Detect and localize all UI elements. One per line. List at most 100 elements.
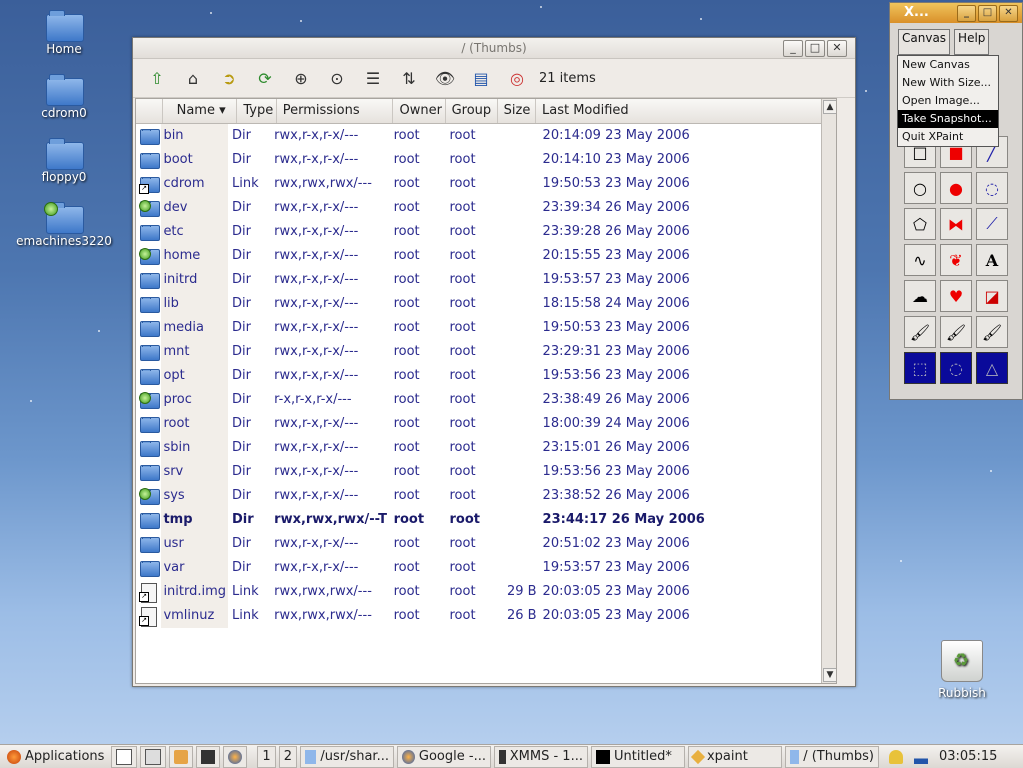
table-row[interactable]: srv Dir rwx,r-x,r-x/--- root root 19:53:56 23… xyxy=(136,460,836,484)
table-row[interactable]: ↗ initrd.img Link rwx,rwx,rwx/--- root root 29… xyxy=(136,580,836,604)
applications-menu[interactable]: Applications xyxy=(3,747,108,767)
user-icon xyxy=(888,749,903,764)
xpaint-maximize-button[interactable]: □ xyxy=(978,5,997,22)
task-xpaint[interactable]: xpaint xyxy=(687,745,782,768)
table-row[interactable]: sys Dir rwx,r-x,r-x/--- root root 23:38:52 26… xyxy=(136,484,836,508)
header-modified[interactable]: Last Modified xyxy=(536,99,836,123)
workspace-1[interactable]: 1 xyxy=(257,745,276,768)
desktop-icon-floppy0[interactable]: floppy0 xyxy=(14,138,114,184)
spray-color-tool-icon[interactable]: 🖌 xyxy=(940,316,972,348)
table-row[interactable]: usr Dir rwx,r-x,r-x/--- root root 20:51:02 23… xyxy=(136,532,836,556)
blob-tool-icon[interactable]: ☁ xyxy=(904,280,936,312)
circle-outline-tool-icon[interactable]: ○ xyxy=(904,172,936,204)
files-launcher[interactable] xyxy=(169,745,194,768)
header-group[interactable]: Group xyxy=(446,99,498,123)
window-titlebar[interactable]: / (Thumbs) _ □ ✕ xyxy=(133,38,855,59)
help-menu[interactable]: Help xyxy=(954,29,990,55)
task-thumbs[interactable]: / (Thumbs) xyxy=(784,745,879,768)
minimize-button[interactable]: _ xyxy=(783,40,803,57)
help-icon[interactable]: ◎ xyxy=(505,66,529,90)
rubbish-bin[interactable]: Rubbish xyxy=(930,640,994,700)
table-row[interactable]: ↗ vmlinuz Link rwx,rwx,rwx/--- root root 26 B 2… xyxy=(136,604,836,628)
table-row[interactable]: opt Dir rwx,r-x,r-x/--- root root 19:53:56 23… xyxy=(136,364,836,388)
sort-icon[interactable]: ⇅ xyxy=(397,66,421,90)
circle-filled-tool-icon[interactable]: ● xyxy=(940,172,972,204)
cell-size xyxy=(499,172,536,196)
window-list-button[interactable] xyxy=(140,745,167,768)
clock[interactable]: 03:05:15 xyxy=(935,747,1001,767)
menu-item-quit[interactable]: Quit XPaint xyxy=(898,128,998,146)
table-row[interactable]: bin Dir rwx,r-x,r-x/--- root root 20:14:09 23… xyxy=(136,124,836,148)
polygon-tool-icon[interactable]: ⬠ xyxy=(904,208,936,240)
menu-item-open-image[interactable]: Open Image... xyxy=(898,92,998,110)
freehand-tool-icon[interactable]: ∿ xyxy=(904,244,936,276)
menu-item-take-snapshot[interactable]: Take Snapshot... xyxy=(898,110,998,128)
header-type[interactable]: Type xyxy=(237,99,277,123)
menu-item-new-with-size[interactable]: New With Size... xyxy=(898,74,998,92)
refresh-icon[interactable]: ⟳ xyxy=(253,66,277,90)
polyline-tool-icon[interactable]: ⟋ xyxy=(976,208,1008,240)
table-row[interactable]: mnt Dir rwx,r-x,r-x/--- root root 23:29:31 23… xyxy=(136,340,836,364)
table-row[interactable]: tmp Dir rwx,rwx,rwx/--T root root 23:44:17 26… xyxy=(136,508,836,532)
cell-owner: root xyxy=(393,296,420,311)
arc-tool-icon[interactable]: ◌ xyxy=(976,172,1008,204)
select-icon[interactable]: ▤ xyxy=(469,66,493,90)
up-icon[interactable]: ⇧ xyxy=(145,66,169,90)
task-usr-share[interactable]: /usr/shar... xyxy=(299,745,394,768)
spray-tool-icon[interactable]: 🖌 xyxy=(904,316,936,348)
xpaint-titlebar[interactable]: X... _ □ ✕ xyxy=(890,3,1022,23)
table-row[interactable]: var Dir rwx,r-x,r-x/--- root root 19:53:57 23… xyxy=(136,556,836,580)
vertical-scrollbar[interactable]: ▲ ▼ xyxy=(821,99,836,683)
task-untitled[interactable]: Untitled* xyxy=(590,745,685,768)
header-size[interactable]: Size xyxy=(498,99,536,123)
desktop-icon-home[interactable]: Home xyxy=(14,10,114,56)
table-row[interactable]: sbin Dir rwx,r-x,r-x/--- root root 23:15:01 2… xyxy=(136,436,836,460)
table-row[interactable]: dev Dir rwx,r-x,r-x/--- root root 23:39:34 26… xyxy=(136,196,836,220)
text-tool-icon[interactable]: A xyxy=(976,244,1008,276)
table-row[interactable]: boot Dir rwx,r-x,r-x/--- root root 20:14:10 2… xyxy=(136,148,836,172)
xpaint-minimize-button[interactable]: _ xyxy=(957,5,976,22)
select-ellipse-tool-icon[interactable]: ◌ xyxy=(940,352,972,384)
terminal-launcher[interactable] xyxy=(196,745,221,768)
task-xmms[interactable]: XMMS - 1... xyxy=(493,745,588,768)
show-hidden-icon[interactable]: 👁 xyxy=(433,66,457,90)
table-row[interactable]: initrd Dir rwx,r-x,r-x/--- root root 19:53:57… xyxy=(136,268,836,292)
user-status[interactable] xyxy=(885,747,907,767)
home-icon[interactable]: ⌂ xyxy=(181,66,205,90)
menu-item-new-canvas[interactable]: New Canvas xyxy=(898,56,998,74)
zoom-in-icon[interactable]: ⊕ xyxy=(289,66,313,90)
table-row[interactable]: lib Dir rwx,r-x,r-x/--- root root 18:15:58 24… xyxy=(136,292,836,316)
system-monitor[interactable] xyxy=(910,747,932,767)
table-row[interactable]: proc Dir r-x,r-x,r-x/--- root root 23:38:49 2… xyxy=(136,388,836,412)
table-row[interactable]: home Dir rwx,r-x,r-x/--- root root 20:15:55 2… xyxy=(136,244,836,268)
spray-gradient-tool-icon[interactable]: 🖌 xyxy=(976,316,1008,348)
table-row[interactable]: ↗ cdrom Link rwx,rwx,rwx/--- root root 19:50:5… xyxy=(136,172,836,196)
scroll-down-icon[interactable]: ▼ xyxy=(823,668,836,682)
table-row[interactable]: root Dir rwx,r-x,r-x/--- root root 18:00:39 2… xyxy=(136,412,836,436)
task-google[interactable]: Google -... xyxy=(396,745,491,768)
go-icon[interactable]: ➲ xyxy=(217,66,241,90)
eraser-tool-icon[interactable]: ◪ xyxy=(976,280,1008,312)
scroll-up-icon[interactable]: ▲ xyxy=(823,100,836,114)
workspace-2[interactable]: 2 xyxy=(278,745,297,768)
table-row[interactable]: media Dir rwx,r-x,r-x/--- root root 19:50:53 … xyxy=(136,316,836,340)
close-button[interactable]: ✕ xyxy=(827,40,847,57)
header-permissions[interactable]: Permissions xyxy=(277,99,394,123)
header-name[interactable]: Name ▾ xyxy=(163,99,238,123)
select-lasso-tool-icon[interactable]: △ xyxy=(976,352,1008,384)
header-owner[interactable]: Owner xyxy=(393,99,446,123)
table-row[interactable]: etc Dir rwx,r-x,r-x/--- root root 23:39:28 26… xyxy=(136,220,836,244)
details-view-icon[interactable]: ☰ xyxy=(361,66,385,90)
select-rect-tool-icon[interactable]: ⬚ xyxy=(904,352,936,384)
desktop-icon-cdrom0[interactable]: cdrom0 xyxy=(14,74,114,120)
zoom-fit-icon[interactable]: ⊙ xyxy=(325,66,349,90)
show-desktop-button[interactable] xyxy=(111,745,138,768)
desktop-icon-emachines3220[interactable]: emachines3220 xyxy=(14,202,114,248)
polygon-filled-tool-icon[interactable]: ⧓ xyxy=(940,208,972,240)
firefox-launcher[interactable] xyxy=(223,745,248,768)
canvas-menu[interactable]: Canvas xyxy=(898,29,951,55)
freehand-filled-tool-icon[interactable]: ❦ xyxy=(940,244,972,276)
maximize-button[interactable]: □ xyxy=(805,40,825,57)
blob-filled-tool-icon[interactable]: ♥ xyxy=(940,280,972,312)
xpaint-close-button[interactable]: ✕ xyxy=(999,5,1018,22)
